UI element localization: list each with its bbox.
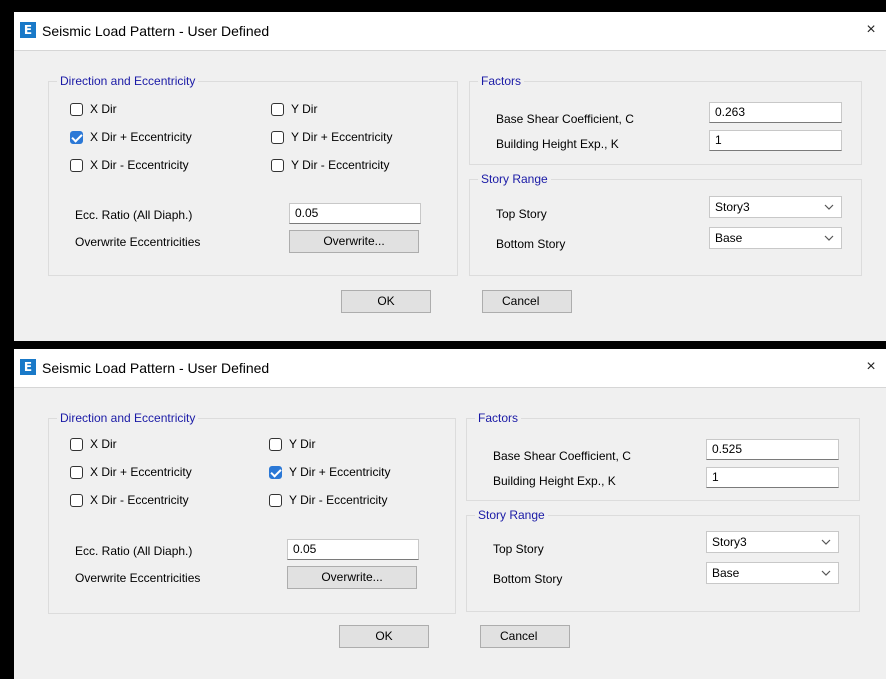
close-icon[interactable]: ×: [856, 353, 886, 381]
group-title: Factors: [478, 74, 525, 88]
checkbox-checked-icon[interactable]: [269, 465, 282, 479]
checkbox-y-dir-plus-ecc[interactable]: Y Dir + Eccentricity: [269, 464, 390, 480]
cancel-button[interactable]: Cancel: [480, 625, 570, 648]
height-exp-input[interactable]: 1: [706, 467, 839, 488]
checkbox-label: Y Dir: [291, 102, 318, 116]
group-title: Story Range: [478, 172, 551, 186]
checkbox-icon[interactable]: [271, 158, 284, 172]
checkbox-y-dir[interactable]: Y Dir: [269, 436, 315, 452]
ecc-ratio-input[interactable]: 0.05: [289, 203, 421, 224]
group-title: Direction and Eccentricity: [57, 411, 199, 425]
direction-eccentricity-group: Direction and Eccentricity X Dir X Dir +…: [48, 74, 458, 276]
checkbox-y-dir-minus-ecc[interactable]: Y Dir - Eccentricity: [269, 492, 387, 508]
bottom-story-label: Bottom Story: [496, 237, 566, 251]
story-range-group: Story Range Top Story Story3 Bottom Stor…: [469, 172, 862, 276]
height-exp-input[interactable]: 1: [709, 130, 842, 151]
seismic-load-dialog-1: E Seismic Load Pattern - User Defined × …: [14, 12, 886, 341]
factors-group: Factors Base Shear Coefficient, C 0.525 …: [466, 411, 860, 501]
ecc-ratio-label: Ecc. Ratio (All Diaph.): [75, 544, 193, 558]
etabs-app-icon: E: [20, 359, 36, 375]
checkbox-label: X Dir: [90, 102, 117, 116]
overwrite-button[interactable]: Overwrite...: [287, 566, 417, 589]
top-story-dropdown[interactable]: Story3: [706, 531, 839, 553]
title-bar: E Seismic Load Pattern - User Defined ×: [14, 349, 886, 387]
chevron-down-icon: [824, 204, 834, 210]
checkbox-checked-icon[interactable]: [70, 130, 83, 144]
checkbox-x-dir-plus-ecc[interactable]: X Dir + Eccentricity: [70, 464, 192, 480]
checkbox-icon[interactable]: [70, 158, 83, 172]
checkbox-icon[interactable]: [70, 437, 83, 451]
checkbox-label: Y Dir - Eccentricity: [289, 493, 388, 507]
checkbox-icon[interactable]: [269, 493, 282, 507]
checkbox-y-dir[interactable]: Y Dir: [271, 101, 317, 117]
overwrite-button[interactable]: Overwrite...: [289, 230, 419, 253]
base-shear-input[interactable]: 0.263: [709, 102, 842, 123]
dropdown-value: Story3: [712, 535, 747, 549]
checkbox-icon[interactable]: [70, 465, 83, 479]
ecc-ratio-label: Ecc. Ratio (All Diaph.): [75, 208, 193, 222]
group-title: Direction and Eccentricity: [57, 74, 199, 88]
checkbox-y-dir-plus-ecc[interactable]: Y Dir + Eccentricity: [271, 129, 392, 145]
checkbox-label: Y Dir: [289, 437, 316, 451]
bottom-story-dropdown[interactable]: Base: [709, 227, 842, 249]
story-range-group: Story Range Top Story Story3 Bottom Stor…: [466, 508, 860, 612]
checkbox-icon[interactable]: [271, 130, 284, 144]
dialog-body: Direction and Eccentricity X Dir X Dir +…: [14, 387, 886, 679]
factors-group: Factors Base Shear Coefficient, C 0.263 …: [469, 74, 862, 165]
checkbox-label: Y Dir + Eccentricity: [291, 130, 393, 144]
top-story-dropdown[interactable]: Story3: [709, 196, 842, 218]
checkbox-y-dir-minus-ecc[interactable]: Y Dir - Eccentricity: [271, 157, 389, 173]
ok-button[interactable]: OK: [341, 290, 431, 313]
checkbox-label: X Dir - Eccentricity: [90, 493, 189, 507]
seismic-load-dialog-2: E Seismic Load Pattern - User Defined × …: [14, 349, 886, 679]
dialog-title: Seismic Load Pattern - User Defined: [42, 23, 270, 39]
group-title: Story Range: [475, 508, 548, 522]
checkbox-label: X Dir - Eccentricity: [90, 158, 189, 172]
checkbox-icon[interactable]: [70, 493, 83, 507]
chevron-down-icon: [824, 235, 834, 241]
dropdown-value: Base: [715, 231, 743, 245]
checkbox-icon[interactable]: [269, 437, 282, 451]
dropdown-value: Base: [712, 566, 740, 580]
chevron-down-icon: [821, 570, 831, 576]
top-story-label: Top Story: [493, 542, 544, 556]
group-title: Factors: [475, 411, 522, 425]
checkbox-label: Y Dir + Eccentricity: [289, 465, 391, 479]
top-story-label: Top Story: [496, 207, 547, 221]
etabs-app-icon: E: [20, 22, 36, 38]
checkbox-label: X Dir: [90, 437, 117, 451]
height-exp-label: Building Height Exp., K: [493, 474, 616, 488]
checkbox-x-dir[interactable]: X Dir: [70, 436, 117, 452]
close-icon[interactable]: ×: [856, 16, 886, 44]
ok-button[interactable]: OK: [339, 625, 429, 648]
height-exp-label: Building Height Exp., K: [496, 137, 619, 151]
bottom-story-dropdown[interactable]: Base: [706, 562, 839, 584]
checkbox-label: X Dir + Eccentricity: [90, 465, 192, 479]
title-bar: E Seismic Load Pattern - User Defined ×: [14, 12, 886, 50]
checkbox-x-dir-plus-ecc[interactable]: X Dir + Eccentricity: [70, 129, 192, 145]
overwrite-eccentricities-label: Overwrite Eccentricities: [75, 571, 201, 585]
checkbox-icon[interactable]: [70, 102, 83, 116]
base-shear-label: Base Shear Coefficient, C: [493, 449, 631, 463]
chevron-down-icon: [821, 539, 831, 545]
dialog-body: Direction and Eccentricity X Dir X Dir +…: [14, 50, 886, 341]
checkbox-x-dir-minus-ecc[interactable]: X Dir - Eccentricity: [70, 157, 189, 173]
bottom-story-label: Bottom Story: [493, 572, 563, 586]
ecc-ratio-input[interactable]: 0.05: [287, 539, 419, 560]
checkbox-x-dir[interactable]: X Dir: [70, 101, 117, 117]
overwrite-eccentricities-label: Overwrite Eccentricities: [75, 235, 201, 249]
dialog-title: Seismic Load Pattern - User Defined: [42, 360, 270, 376]
checkbox-x-dir-minus-ecc[interactable]: X Dir - Eccentricity: [70, 492, 189, 508]
base-shear-label: Base Shear Coefficient, C: [496, 112, 634, 126]
checkbox-label: Y Dir - Eccentricity: [291, 158, 390, 172]
cancel-button[interactable]: Cancel: [482, 290, 572, 313]
direction-eccentricity-group: Direction and Eccentricity X Dir X Dir +…: [48, 411, 456, 614]
base-shear-input[interactable]: 0.525: [706, 439, 839, 460]
checkbox-icon[interactable]: [271, 102, 284, 116]
checkbox-label: X Dir + Eccentricity: [90, 130, 192, 144]
dropdown-value: Story3: [715, 200, 750, 214]
